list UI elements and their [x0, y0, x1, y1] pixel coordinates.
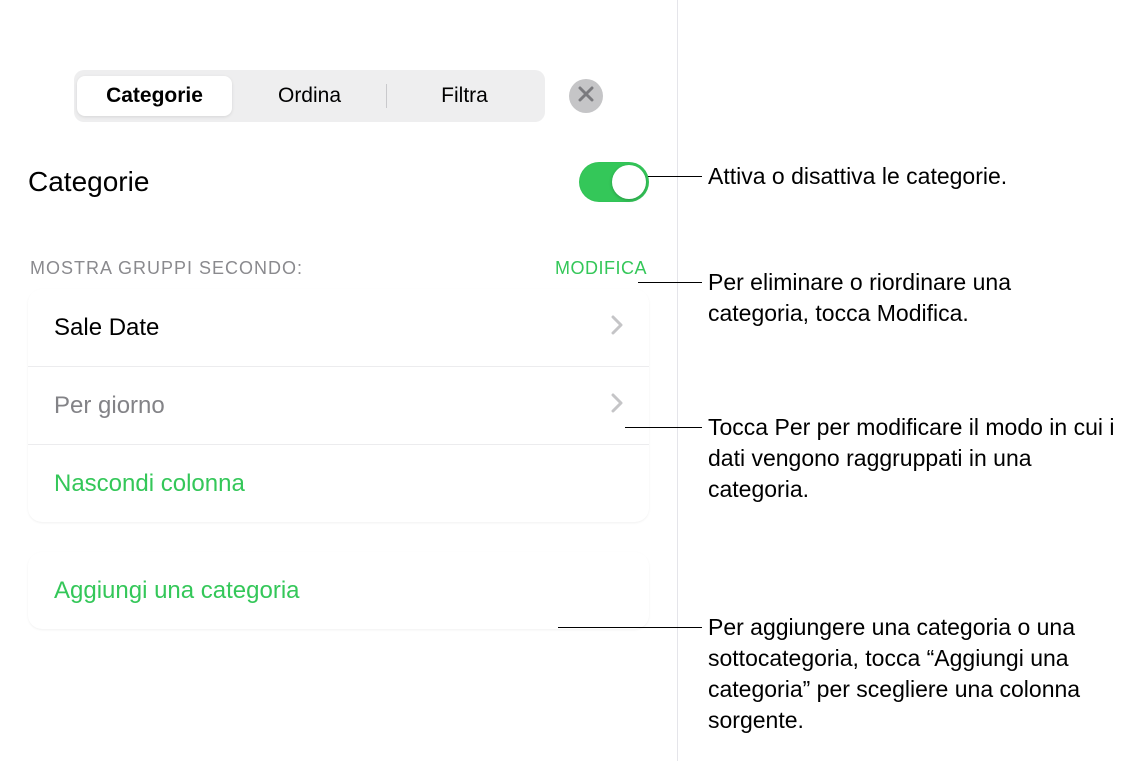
section-header: Categorie — [0, 162, 677, 202]
category-primary-label: Sale Date — [54, 314, 159, 342]
panel-header: Categorie Ordina Filtra — [0, 70, 677, 122]
add-category-label: Aggiungi una categoria — [54, 577, 300, 605]
callout-line — [558, 627, 702, 628]
group-header: MOSTRA GRUPPI SECONDO: MODIFICA — [0, 258, 677, 289]
callout-toggle-text: Attiva o disattiva le categorie. — [708, 163, 1007, 189]
callout-toggle: Attiva o disattiva le categorie. — [708, 161, 1118, 192]
callout-line — [638, 282, 702, 283]
hide-column-label: Nascondi colonna — [54, 470, 245, 498]
inspector-panel: Categorie Ordina Filtra Categorie MOSTRA… — [0, 0, 678, 761]
category-primary-row[interactable]: Sale Date — [28, 289, 649, 367]
tab-ordina[interactable]: Ordina — [232, 76, 387, 116]
group-header-label: MOSTRA GRUPPI SECONDO: — [30, 258, 303, 279]
callout-aggiungi-text: Per aggiungere una categoria o una sotto… — [708, 614, 1080, 733]
callout-modifica-text: Per eliminare o riordinare una categoria… — [708, 269, 1011, 326]
tab-filtra[interactable]: Filtra — [387, 76, 542, 116]
close-button[interactable] — [569, 79, 603, 113]
chevron-right-icon — [611, 315, 623, 341]
chevron-right-icon — [611, 393, 623, 419]
toggle-knob — [612, 165, 646, 199]
add-category-card: Aggiungi una categoria — [28, 552, 649, 629]
add-category-row[interactable]: Aggiungi una categoria — [28, 552, 649, 629]
hide-column-row[interactable]: Nascondi colonna — [28, 445, 649, 522]
category-interval-row[interactable]: Per giorno — [28, 367, 649, 445]
callout-per-text: Tocca Per per modificare il modo in cui … — [708, 414, 1115, 502]
edit-link[interactable]: MODIFICA — [555, 258, 647, 279]
tab-categorie[interactable]: Categorie — [77, 76, 232, 116]
category-interval-label: Per giorno — [54, 392, 165, 420]
segmented-control: Categorie Ordina Filtra — [74, 70, 545, 122]
close-icon — [578, 84, 594, 108]
callouts-region: Attiva o disattiva le categorie. Per eli… — [678, 0, 1136, 761]
callout-aggiungi: Per aggiungere una categoria o una sotto… — [708, 612, 1136, 736]
callout-line — [648, 176, 702, 177]
section-title: Categorie — [28, 166, 149, 198]
callout-per: Tocca Per per modificare il modo in cui … — [708, 412, 1128, 505]
callout-line — [625, 427, 702, 428]
callout-modifica: Per eliminare o riordinare una categoria… — [708, 267, 1118, 329]
categories-toggle[interactable] — [579, 162, 649, 202]
category-group-card: Sale Date Per giorno Nascondi colonna — [28, 289, 649, 522]
